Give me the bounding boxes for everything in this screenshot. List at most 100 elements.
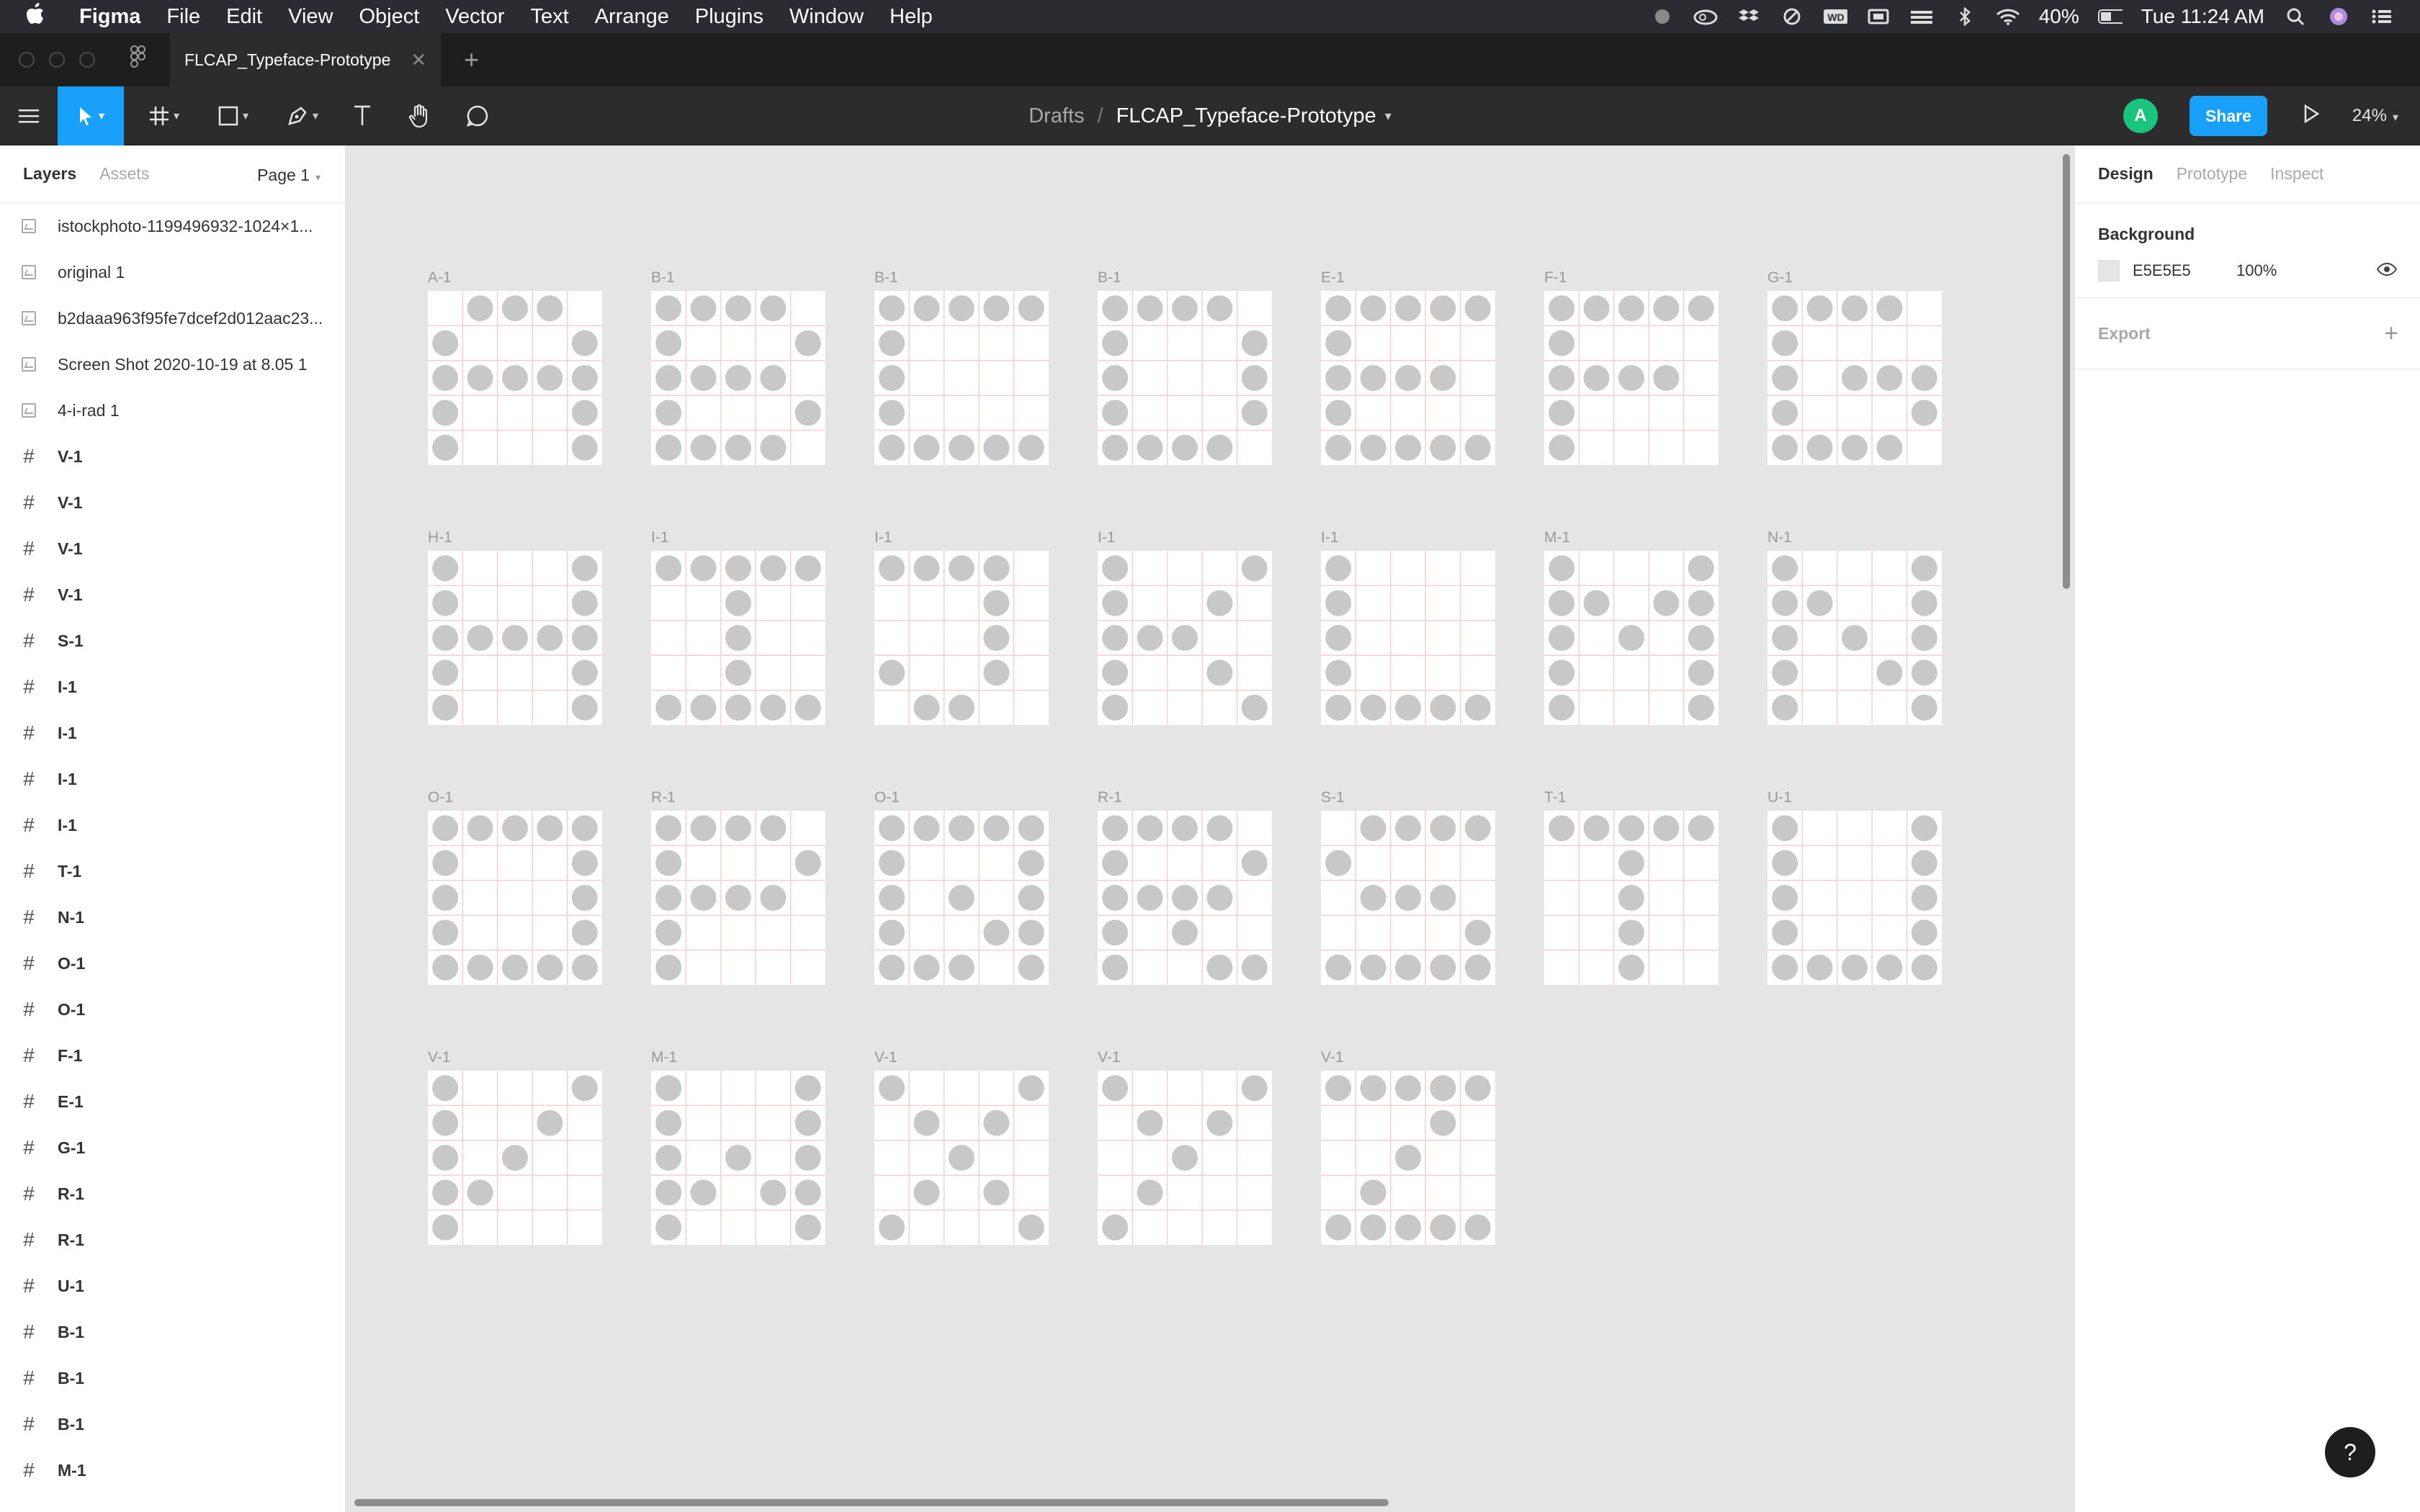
glyph-dot[interactable] bbox=[655, 1179, 682, 1206]
glyph-frame[interactable] bbox=[428, 551, 602, 725]
glyph-dot[interactable] bbox=[1549, 815, 1575, 842]
window-close-button[interactable] bbox=[19, 52, 35, 68]
glyph-dot[interactable] bbox=[1549, 400, 1575, 426]
present-play-icon[interactable] bbox=[2303, 104, 2320, 128]
glyph-frame[interactable] bbox=[428, 291, 602, 465]
tab-assets[interactable]: Assets bbox=[99, 164, 149, 184]
glyph-dot[interactable] bbox=[1876, 660, 1903, 686]
glyph-dot[interactable] bbox=[913, 1110, 940, 1136]
glyph-dot[interactable] bbox=[1876, 295, 1903, 322]
glyph-dot[interactable] bbox=[725, 555, 751, 582]
glyph-dot[interactable] bbox=[571, 330, 598, 356]
glyph-dot[interactable] bbox=[1137, 434, 1163, 461]
glyph-frame[interactable] bbox=[651, 1071, 825, 1245]
glyph-dot[interactable] bbox=[1360, 1179, 1386, 1206]
glyph-frame[interactable] bbox=[1098, 291, 1272, 465]
glyph-dot[interactable] bbox=[690, 694, 717, 721]
glyph-dot[interactable] bbox=[1842, 295, 1868, 322]
glyph-dot[interactable] bbox=[1325, 1214, 1352, 1241]
glyph-dot[interactable] bbox=[913, 434, 940, 461]
glyph-dot[interactable] bbox=[1911, 400, 1937, 426]
glyph-dot[interactable] bbox=[1241, 365, 1268, 391]
glyph-dot[interactable] bbox=[432, 1145, 459, 1171]
tab-layers[interactable]: Layers bbox=[23, 164, 76, 184]
glyph-dot[interactable] bbox=[1360, 434, 1386, 461]
glyph-dot[interactable] bbox=[1688, 625, 1714, 651]
glyph-dot[interactable] bbox=[913, 954, 940, 981]
help-button[interactable]: ? bbox=[2325, 1427, 2375, 1477]
glyph-frame[interactable] bbox=[1321, 291, 1495, 465]
glyph-dot[interactable] bbox=[571, 400, 598, 426]
glyph-dot[interactable] bbox=[1325, 555, 1352, 582]
glyph-dot[interactable] bbox=[537, 1110, 563, 1136]
glyph-dot[interactable] bbox=[1911, 954, 1937, 981]
frame-label[interactable]: M-1 bbox=[1544, 529, 1570, 546]
layer-item[interactable]: 4-i-rad 1 bbox=[0, 387, 345, 433]
glyph-frame[interactable] bbox=[1098, 551, 1272, 725]
glyph-dot[interactable] bbox=[949, 555, 974, 582]
glyph-dot[interactable] bbox=[983, 625, 1010, 651]
glyph-dot[interactable] bbox=[1583, 815, 1610, 842]
glyph-dot[interactable] bbox=[1395, 365, 1421, 391]
glyph-dot[interactable] bbox=[1430, 1214, 1456, 1241]
glyph-dot[interactable] bbox=[1430, 1110, 1456, 1136]
glyph-dot[interactable] bbox=[1806, 590, 1833, 616]
glyph-dot[interactable] bbox=[1241, 1075, 1268, 1102]
glyph-dot[interactable] bbox=[1360, 885, 1386, 911]
glyph-dot[interactable] bbox=[760, 885, 786, 911]
layer-item[interactable]: # B-1 bbox=[0, 1401, 345, 1447]
glyph-dot[interactable] bbox=[1018, 295, 1044, 322]
frame-label[interactable]: V-1 bbox=[428, 1049, 451, 1066]
glyph-dot[interactable] bbox=[1618, 625, 1644, 651]
glyph-dot[interactable] bbox=[1772, 590, 1798, 616]
glyph-dot[interactable] bbox=[537, 625, 563, 651]
glyph-dot[interactable] bbox=[1172, 885, 1198, 911]
glyph-dot[interactable] bbox=[537, 295, 563, 322]
frame-label[interactable]: R-1 bbox=[1098, 789, 1122, 806]
glyph-dot[interactable] bbox=[1018, 434, 1044, 461]
glyph-frame[interactable] bbox=[874, 291, 1049, 465]
glyph-dot[interactable] bbox=[794, 400, 821, 426]
glyph-dot[interactable] bbox=[432, 1179, 459, 1206]
glyph-dot[interactable] bbox=[1464, 694, 1491, 721]
glyph-dot[interactable] bbox=[1395, 434, 1421, 461]
glyph-dot[interactable] bbox=[1360, 365, 1386, 391]
glyph-dot[interactable] bbox=[983, 295, 1010, 322]
glyph-dot[interactable] bbox=[1772, 885, 1798, 911]
layer-item[interactable]: # T-1 bbox=[0, 848, 345, 894]
glyph-dot[interactable] bbox=[725, 885, 751, 911]
glyph-dot[interactable] bbox=[983, 1110, 1010, 1136]
glyph-dot[interactable] bbox=[1102, 954, 1129, 981]
layer-item[interactable]: # V-1 bbox=[0, 433, 345, 480]
glyph-dot[interactable] bbox=[794, 1179, 821, 1206]
glyph-dot[interactable] bbox=[1360, 815, 1386, 842]
glyph-dot[interactable] bbox=[1325, 434, 1352, 461]
glyph-dot[interactable] bbox=[1360, 954, 1386, 981]
frame-label[interactable]: A-1 bbox=[428, 269, 452, 287]
pen-tool-icon[interactable]: ▾ bbox=[274, 86, 331, 145]
glyph-dot[interactable] bbox=[1018, 850, 1044, 876]
glyph-dot[interactable] bbox=[949, 1145, 974, 1171]
glyph-frame[interactable] bbox=[1544, 551, 1718, 725]
window-minimize-button[interactable] bbox=[49, 52, 65, 68]
frame-label[interactable]: N-1 bbox=[1767, 529, 1792, 546]
glyph-frame[interactable] bbox=[651, 551, 825, 725]
glyph-dot[interactable] bbox=[1911, 885, 1937, 911]
zoom-menu[interactable]: 24% ▾ bbox=[2352, 106, 2398, 126]
glyph-dot[interactable] bbox=[502, 295, 528, 322]
glyph-dot[interactable] bbox=[1206, 885, 1233, 911]
glyph-dot[interactable] bbox=[1325, 365, 1352, 391]
glyph-dot[interactable] bbox=[571, 885, 598, 911]
glyph-dot[interactable] bbox=[1018, 954, 1044, 981]
layer-item[interactable]: # U-1 bbox=[0, 1263, 345, 1309]
glyph-dot[interactable] bbox=[913, 555, 940, 582]
glyph-dot[interactable] bbox=[1618, 885, 1644, 911]
glyph-dot[interactable] bbox=[760, 434, 786, 461]
glyph-dot[interactable] bbox=[1464, 954, 1491, 981]
glyph-dot[interactable] bbox=[949, 815, 974, 842]
glyph-dot[interactable] bbox=[655, 1145, 682, 1171]
glyph-dot[interactable] bbox=[467, 625, 493, 651]
glyph-dot[interactable] bbox=[794, 555, 821, 582]
battery-icon[interactable] bbox=[2097, 6, 2123, 27]
glyph-dot[interactable] bbox=[725, 625, 751, 651]
